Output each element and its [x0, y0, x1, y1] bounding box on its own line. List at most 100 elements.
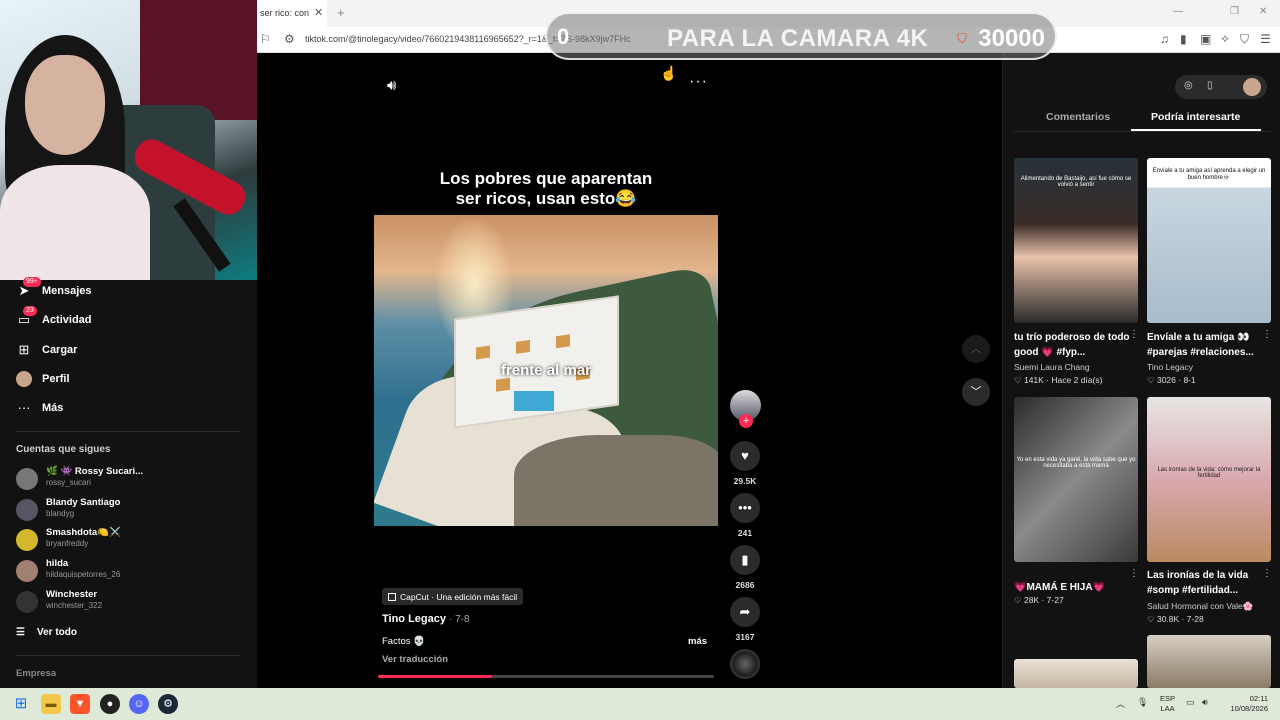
previous-video-button[interactable]: ︿ [962, 335, 990, 363]
tab-comments[interactable]: Comentarios [1046, 111, 1110, 123]
bookmark-icon: ▮ [741, 552, 749, 567]
new-tab-icon[interactable]: + [337, 5, 345, 20]
video-thumbnail[interactable] [1147, 635, 1271, 688]
video-description: Factos 💀 [382, 636, 425, 647]
card-author[interactable]: Suemi Laura Chang [1014, 362, 1090, 372]
video-author[interactable]: Tino Legacy · 7-8 [382, 613, 470, 625]
like-button[interactable]: ♥ [730, 441, 760, 471]
save-button[interactable]: ▮ [730, 545, 760, 575]
heart-icon: ♥ [741, 448, 749, 463]
volume-icon[interactable]: 🔊︎ [387, 77, 396, 94]
avatar[interactable] [1243, 78, 1261, 96]
right-panel: ◎ ▯ Comentarios Podría interesarte Alime… [1002, 53, 1280, 688]
card-title[interactable]: tu trío poderoso de todo good 💗 #fyp... [1014, 330, 1132, 360]
windows-start-icon[interactable]: ⊞ [11, 694, 31, 714]
chevron-up-icon[interactable]: ︿ [1116, 697, 1125, 710]
nav-messages[interactable]: ➤ 99+ Mensajes [16, 277, 92, 302]
following-name: Winchester [46, 589, 98, 600]
ai-icon[interactable]: ✧ [1220, 32, 1230, 46]
goal-title: PARA LA CAMARA 4K [667, 25, 929, 52]
activity-badge: 23 [23, 306, 37, 316]
capcut-tag[interactable]: CapCut · Una edición más fácil [382, 588, 524, 605]
system-clock[interactable]: 02:11 10/08/2026 [1222, 694, 1268, 714]
footer-company-link[interactable]: Empresa [16, 668, 56, 679]
following-item[interactable]: Winchester winchester_322 [16, 589, 246, 615]
nav-profile[interactable]: Perfil [16, 368, 70, 390]
obs-icon[interactable]: ● [100, 694, 120, 714]
share-button[interactable]: ➦ [730, 597, 760, 627]
translate-link[interactable]: Ver traducción [382, 654, 448, 665]
following-item[interactable]: 🌿 👾 Rossy Sucari... rossy_sucari [16, 466, 246, 492]
nav-more[interactable]: ··· Más [16, 397, 64, 419]
thumbnail-text: Yo en esta vida ya gané, la vida sabe qu… [1016, 457, 1136, 469]
video-thumbnail[interactable]: Las ironías de la vida: cómo mejorar la … [1147, 397, 1271, 562]
progress-fill [378, 675, 493, 678]
video-thumbnail[interactable]: Envíale a tu amiga así aprenda a elegir … [1147, 158, 1271, 323]
compass-icon[interactable]: ◎ [1184, 80, 1193, 91]
speaker-icon[interactable]: 🔊︎ [1202, 697, 1208, 708]
shield-icon[interactable]: ⛉ [1240, 32, 1249, 47]
card-title[interactable]: Envíale a tu amiga 👀 #parejas #relacione… [1147, 330, 1265, 360]
windows-taskbar: ⊞ ▬ ▼ ● ☺ ⚙ ︿ 🎙︎ ESP LAA ▭ 🔊︎ 02:11 10/0… [0, 688, 1280, 720]
brave-browser-icon[interactable]: ▼ [70, 694, 90, 714]
microphone-icon[interactable]: 🎙︎ [1137, 697, 1148, 708]
top-tools: ◎ ▯ [1175, 75, 1267, 99]
card-title[interactable]: 💗MAMÁ E HIJA💗 [1014, 580, 1132, 595]
stream-goal-banner: 0 PARA LA CAMARA 4K ⛉ 30000 [545, 12, 1057, 60]
wallet-icon[interactable]: ▣ [1200, 32, 1211, 46]
menu-icon[interactable]: ☰ [1260, 32, 1271, 46]
following-item[interactable]: hilda hildaquispetorres_26 [16, 558, 246, 584]
video-thumbnail[interactable] [1014, 659, 1138, 688]
next-video-button[interactable]: ﹀ [962, 378, 990, 406]
divider [16, 655, 241, 656]
villa-window [476, 345, 490, 360]
following-username: rossy_sucari [46, 478, 91, 487]
follow-plus-icon[interactable]: + [739, 414, 753, 428]
discord-icon[interactable]: ☺ [129, 694, 149, 714]
progress-bar[interactable] [378, 675, 714, 678]
video-frame[interactable]: frente al mar [374, 215, 718, 526]
minimize-icon[interactable]: — [1173, 6, 1183, 17]
network-icon[interactable]: ▭ [1186, 697, 1195, 708]
sidebar-icon[interactable]: ▮ [1180, 32, 1187, 46]
site-settings-icon[interactable]: ⚙ [284, 32, 295, 46]
nav-upload[interactable]: ⊞ Cargar [16, 339, 78, 361]
card-author[interactable]: Tino Legacy [1147, 362, 1193, 372]
comment-button[interactable]: ••• [730, 493, 760, 523]
music-icon[interactable]: ♫ [1160, 32, 1169, 46]
nav-activity[interactable]: ▭ 23 Actividad [16, 306, 92, 331]
card-menu-icon[interactable]: ⋮ [1129, 568, 1139, 579]
window-close-icon[interactable]: ✕ [1259, 6, 1267, 17]
close-tab-icon[interactable]: ✕ [314, 6, 323, 19]
browser-tab[interactable]: ser rico: con ✕ [257, 0, 327, 27]
video-thumbnail[interactable]: Alimentando de Bastaijo, así fue cómo se… [1014, 158, 1138, 323]
following-item[interactable]: Blandy Santiago blandyg [16, 497, 246, 523]
save-count: 2686 [735, 580, 755, 590]
pool [514, 391, 554, 411]
file-explorer-icon[interactable]: ▬ [41, 694, 61, 714]
following-name: Blandy Santiago [46, 497, 121, 508]
following-username: blandyg [46, 509, 75, 518]
nav-label: Perfil [42, 373, 70, 385]
device-icon[interactable]: ▯ [1207, 80, 1213, 91]
music-disc-icon[interactable] [730, 649, 760, 679]
video-caption: Los pobres que aparentan ser ricos, usan… [374, 169, 718, 209]
following-name: Smashdota🍋⚔️ [46, 527, 121, 538]
capcut-label: CapCut · Una edición más fácil [400, 591, 518, 602]
goal-current: 0 [557, 24, 570, 49]
bookmark-icon[interactable]: ⚐ [260, 32, 271, 46]
shield-icon: ⛉ [957, 31, 967, 46]
see-all-link[interactable]: ☰ Ver todo [16, 624, 77, 640]
capcut-icon [388, 592, 396, 601]
video-thumbnail[interactable]: Yo en esta vida ya gané, la vida sabe qu… [1014, 397, 1138, 562]
following-username: hildaquispetorres_26 [46, 570, 121, 579]
language-indicator[interactable]: ESP LAA [1160, 694, 1175, 714]
following-item[interactable]: Smashdota🍋⚔️ bryanfreddy [16, 527, 246, 553]
restore-icon[interactable]: ❐ [1230, 6, 1239, 17]
more-link[interactable]: más [688, 636, 707, 647]
steam-icon[interactable]: ⚙ [158, 694, 178, 714]
tab-might-like[interactable]: Podría interesarte [1151, 111, 1240, 123]
card-title[interactable]: Las ironías de la vida #somp #fertilidad… [1147, 568, 1265, 598]
more-options-icon[interactable]: ··· [689, 73, 708, 91]
card-author[interactable]: Salud Hormonal con Vale🌸 [1147, 601, 1253, 612]
